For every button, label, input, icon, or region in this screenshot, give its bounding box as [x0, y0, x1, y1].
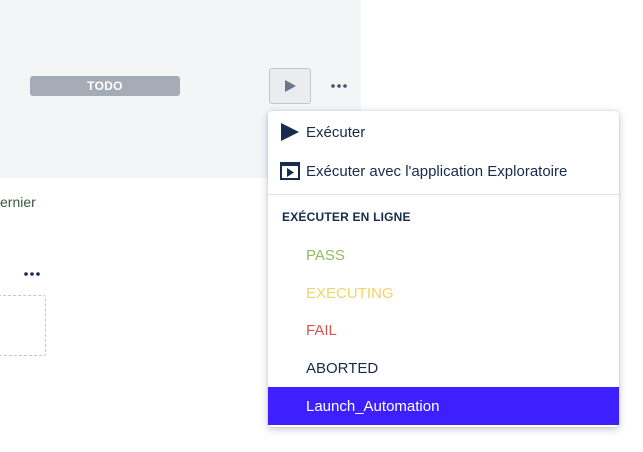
run-button[interactable]: [269, 68, 311, 104]
status-option-label: PASS: [306, 246, 345, 264]
status-option-label: Launch_Automation: [306, 397, 440, 415]
status-option-fail[interactable]: FAIL: [268, 311, 619, 349]
menu-item-execute[interactable]: Exécuter: [268, 113, 619, 151]
status-badge: TODO: [30, 76, 180, 96]
play-icon: [278, 122, 302, 142]
more-horizontal-icon: [24, 272, 40, 276]
page: TODO ernier Exécuter Exécuter avec l'app…: [0, 0, 643, 452]
status-option-label: FAIL: [306, 321, 337, 339]
status-option-label: EXECUTING: [306, 284, 394, 302]
menu-item-label: Exécuter: [306, 123, 366, 141]
menu-item-label: Exécuter avec l'application Exploratoire: [306, 162, 568, 180]
menu-item-execute-exploratory[interactable]: Exécuter avec l'application Exploratoire: [268, 152, 619, 190]
truncated-link[interactable]: ernier: [0, 194, 36, 210]
play-icon: [285, 80, 296, 92]
menu-divider: [268, 194, 619, 195]
status-option-label: ABORTED: [306, 359, 379, 377]
more-horizontal-icon: [331, 84, 347, 88]
status-option-executing[interactable]: EXECUTING: [268, 274, 619, 312]
more-actions-button[interactable]: [326, 74, 352, 98]
section-more-button[interactable]: [20, 264, 44, 284]
status-option-aborted[interactable]: ABORTED: [268, 349, 619, 387]
run-dropdown-menu: Exécuter Exécuter avec l'application Exp…: [268, 111, 619, 427]
menu-group-title: EXÉCUTER EN LIGNE: [282, 210, 411, 224]
exploratory-player-icon: [278, 161, 302, 181]
drop-zone[interactable]: [0, 295, 46, 356]
status-option-pass[interactable]: PASS: [268, 236, 619, 274]
status-option-launch-automation[interactable]: Launch_Automation: [268, 387, 619, 425]
